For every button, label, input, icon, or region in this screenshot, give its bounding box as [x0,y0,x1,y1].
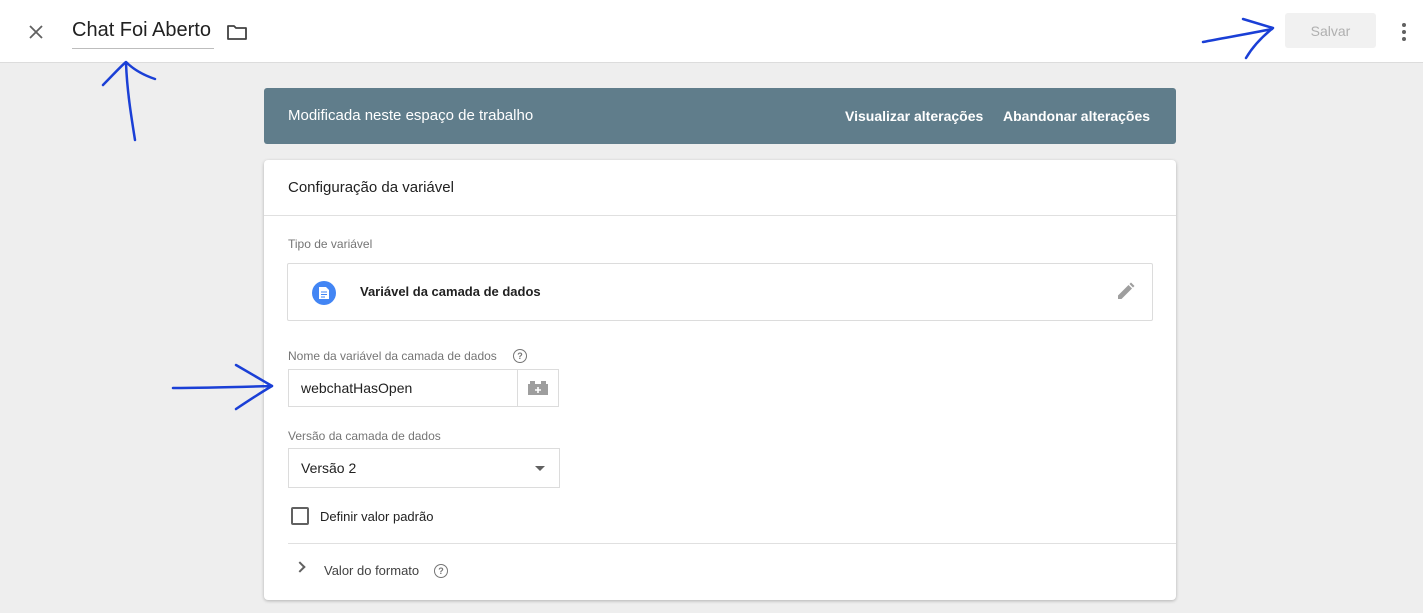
card-title: Configuração da variável [288,179,454,196]
discard-changes-link[interactable]: Abandonar alterações [1003,108,1150,124]
default-value-label[interactable]: Definir valor padrão [320,509,433,524]
workspace-banner: Modificada neste espaço de trabalho Visu… [264,88,1176,144]
document-icon [312,281,336,305]
close-icon [29,25,43,39]
annotation-arrow-up [101,60,157,142]
datalayer-name-label: Nome da variável da camada de dados [288,349,497,363]
help-icon[interactable]: ? [513,349,527,363]
variable-type-name: Variável da camada de dados [360,284,541,299]
variable-type-label: Tipo de variável [288,237,373,251]
view-changes-link[interactable]: Visualizar alterações [845,108,983,124]
chevron-right-icon [294,561,306,573]
datalayer-version-select[interactable]: Versão 2 [288,448,560,488]
help-icon[interactable]: ? [434,564,448,578]
variable-config-card: Configuração da variável Tipo de variáve… [264,160,1176,600]
datalayer-version-label: Versão da camada de dados [288,429,441,443]
card-header: Configuração da variável [264,160,1176,216]
annotation-arrow-right-input [171,363,274,411]
datalayer-name-input[interactable] [288,369,518,407]
pencil-icon[interactable] [1114,281,1136,303]
variable-picker-icon [528,381,548,395]
more-options-button[interactable] [1393,18,1415,46]
close-button[interactable] [22,18,50,46]
more-vert-icon [1402,23,1406,27]
folder-icon [227,25,247,40]
format-value-label: Valor do formato [324,563,420,578]
default-value-checkbox[interactable] [291,507,309,525]
top-bar: Chat Foi Aberto Salvar [0,0,1423,63]
page-title[interactable]: Chat Foi Aberto [72,19,214,49]
banner-text: Modificada neste espaço de trabalho [288,107,534,124]
version-value: Versão 2 [301,460,357,476]
format-value-expander[interactable]: Valor do formato ? [288,555,588,585]
divider [288,543,1176,544]
variable-picker-button[interactable] [517,369,559,407]
variable-type-selector[interactable]: Variável da camada de dados [287,263,1153,321]
dropdown-arrow-icon [535,466,545,471]
save-button[interactable]: Salvar [1285,13,1376,48]
folder-button[interactable] [225,20,249,44]
